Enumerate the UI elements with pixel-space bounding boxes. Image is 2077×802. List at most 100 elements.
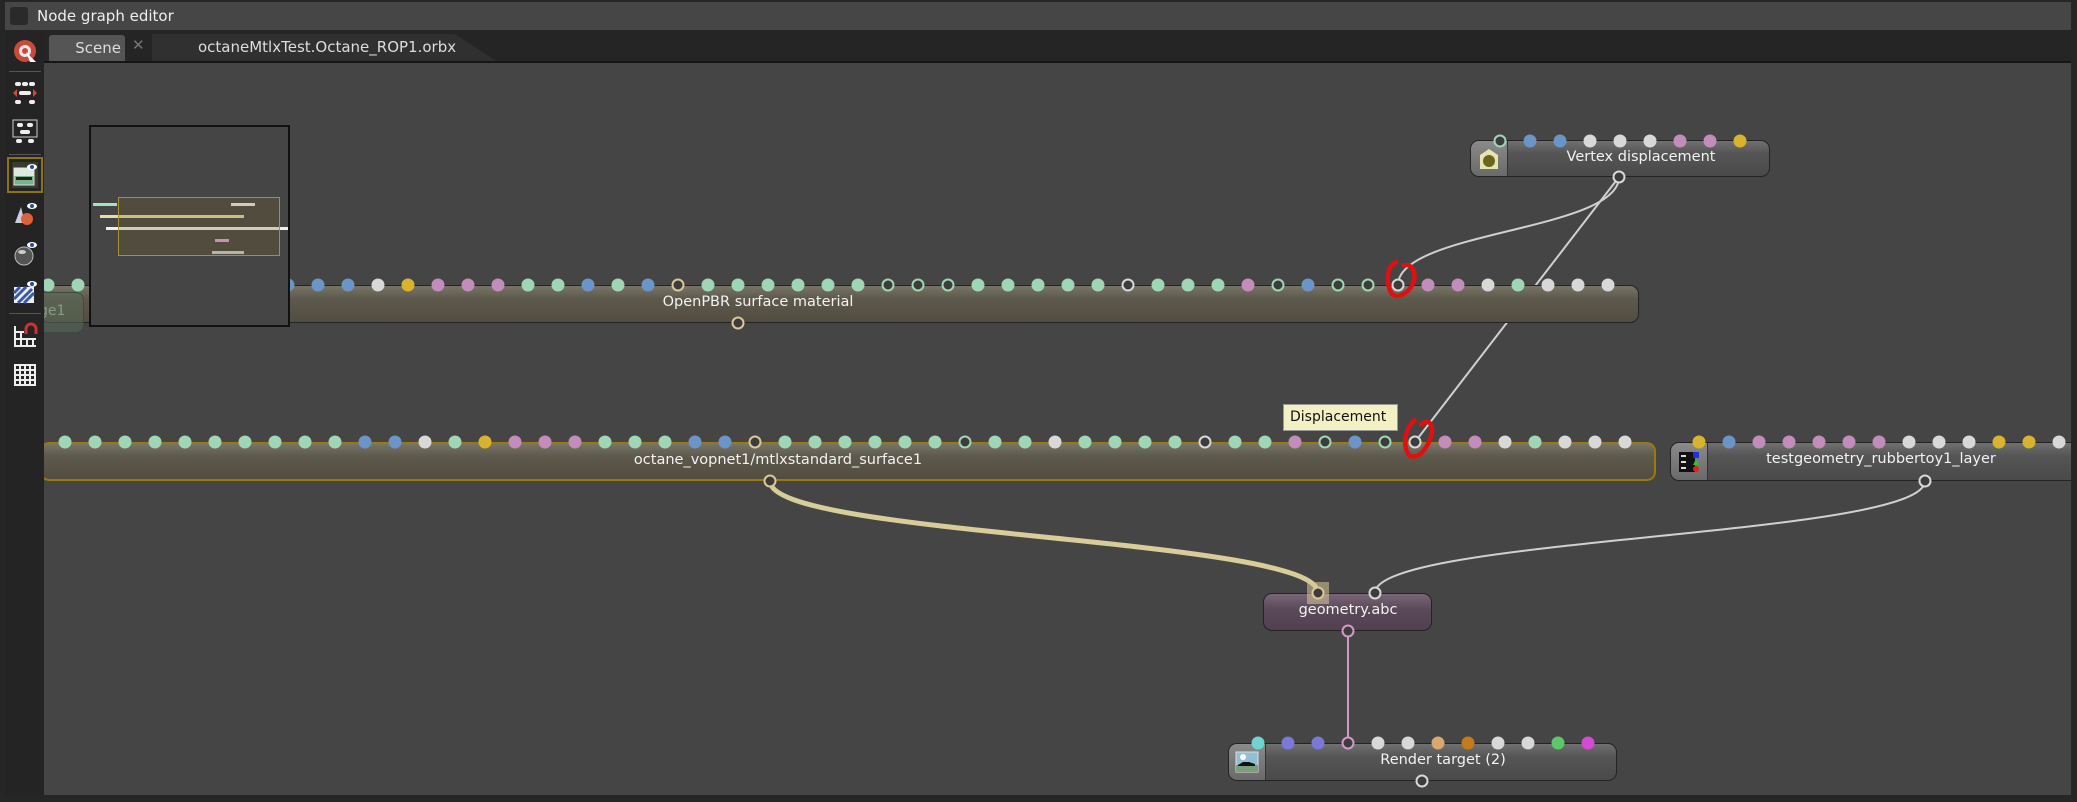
input-port[interactable] bbox=[941, 278, 955, 292]
input-port[interactable] bbox=[1361, 278, 1375, 292]
window-menu-icon[interactable] bbox=[10, 7, 28, 25]
input-port[interactable] bbox=[598, 435, 612, 449]
input-port[interactable] bbox=[1211, 278, 1225, 292]
input-port[interactable] bbox=[1391, 278, 1405, 292]
input-port[interactable] bbox=[1431, 736, 1445, 750]
input-port[interactable] bbox=[1812, 435, 1826, 449]
input-port[interactable] bbox=[508, 435, 522, 449]
input-port[interactable] bbox=[1031, 278, 1045, 292]
input-port[interactable] bbox=[1553, 134, 1567, 148]
input-port[interactable] bbox=[641, 278, 655, 292]
output-port[interactable] bbox=[1415, 774, 1429, 788]
sphere-preview-icon[interactable] bbox=[12, 240, 38, 266]
input-port[interactable] bbox=[1258, 435, 1272, 449]
input-port[interactable] bbox=[1331, 278, 1345, 292]
input-port[interactable] bbox=[58, 435, 72, 449]
wire-testgeom-to-geometry[interactable] bbox=[1374, 480, 1926, 594]
input-port[interactable] bbox=[1151, 278, 1165, 292]
snap-to-grid-icon[interactable] bbox=[12, 322, 38, 348]
output-port[interactable] bbox=[731, 316, 745, 330]
input-port[interactable] bbox=[71, 278, 85, 292]
input-port[interactable] bbox=[1583, 134, 1597, 148]
input-port[interactable] bbox=[1782, 435, 1796, 449]
input-port[interactable] bbox=[1481, 278, 1495, 292]
input-port[interactable] bbox=[1421, 278, 1435, 292]
input-port[interactable] bbox=[178, 435, 192, 449]
input-port[interactable] bbox=[868, 435, 882, 449]
input-port[interactable] bbox=[628, 435, 642, 449]
input-port[interactable] bbox=[461, 278, 475, 292]
input-port[interactable] bbox=[1722, 435, 1736, 449]
input-port[interactable] bbox=[1061, 278, 1075, 292]
input-port[interactable] bbox=[1581, 736, 1595, 750]
input-port[interactable] bbox=[838, 435, 852, 449]
input-port[interactable] bbox=[341, 278, 355, 292]
input-port[interactable] bbox=[1168, 435, 1182, 449]
input-port[interactable] bbox=[238, 435, 252, 449]
input-port[interactable] bbox=[1902, 435, 1916, 449]
wire-vertex-to-openpbr[interactable] bbox=[1397, 176, 1620, 286]
input-port[interactable] bbox=[851, 278, 865, 292]
minimap[interactable] bbox=[89, 125, 290, 327]
input-port[interactable] bbox=[328, 435, 342, 449]
input-port[interactable] bbox=[1703, 134, 1717, 148]
input-port[interactable] bbox=[1992, 435, 2006, 449]
input-port[interactable] bbox=[491, 278, 505, 292]
input-port[interactable] bbox=[1932, 435, 1946, 449]
input-port[interactable] bbox=[1348, 435, 1362, 449]
input-port[interactable] bbox=[568, 435, 582, 449]
input-port[interactable] bbox=[2022, 435, 2036, 449]
input-port[interactable] bbox=[1018, 435, 1032, 449]
input-port[interactable] bbox=[701, 278, 715, 292]
input-port[interactable] bbox=[821, 278, 835, 292]
input-port[interactable] bbox=[1108, 435, 1122, 449]
input-port[interactable] bbox=[688, 435, 702, 449]
input-port[interactable] bbox=[1601, 278, 1615, 292]
input-port[interactable] bbox=[1451, 278, 1465, 292]
input-port[interactable] bbox=[1438, 435, 1452, 449]
input-port[interactable] bbox=[1378, 435, 1392, 449]
input-port[interactable] bbox=[551, 278, 565, 292]
input-port[interactable] bbox=[611, 278, 625, 292]
input-port[interactable] bbox=[778, 435, 792, 449]
wire-mtlx-to-geometry[interactable] bbox=[767, 480, 1321, 594]
node-ge1-partial[interactable]: ge1 bbox=[44, 292, 84, 333]
input-port[interactable] bbox=[311, 278, 325, 292]
input-port[interactable] bbox=[1228, 435, 1242, 449]
input-port[interactable] bbox=[881, 278, 895, 292]
input-port[interactable] bbox=[1371, 736, 1385, 750]
input-port[interactable] bbox=[1341, 736, 1355, 750]
input-port[interactable] bbox=[1571, 278, 1585, 292]
input-port[interactable] bbox=[1613, 134, 1627, 148]
input-port[interactable] bbox=[971, 278, 985, 292]
input-port[interactable] bbox=[658, 435, 672, 449]
input-port[interactable] bbox=[718, 435, 732, 449]
input-port[interactable] bbox=[1288, 435, 1302, 449]
input-port[interactable] bbox=[748, 435, 762, 449]
input-port[interactable] bbox=[791, 278, 805, 292]
input-port[interactable] bbox=[1311, 736, 1325, 750]
render-target-preview-icon[interactable] bbox=[7, 157, 43, 193]
output-port[interactable] bbox=[1341, 624, 1355, 638]
input-port[interactable] bbox=[1962, 435, 1976, 449]
input-port[interactable] bbox=[1078, 435, 1092, 449]
input-port[interactable] bbox=[1618, 435, 1632, 449]
input-port[interactable] bbox=[1281, 736, 1295, 750]
input-port[interactable] bbox=[1872, 435, 1886, 449]
input-port[interactable] bbox=[1558, 435, 1572, 449]
input-port[interactable] bbox=[1198, 435, 1212, 449]
input-port[interactable] bbox=[358, 435, 372, 449]
input-port[interactable] bbox=[898, 435, 912, 449]
input-port[interactable] bbox=[1692, 435, 1706, 449]
input-port[interactable] bbox=[1733, 134, 1747, 148]
input-port[interactable] bbox=[418, 435, 432, 449]
input-port[interactable] bbox=[671, 278, 685, 292]
output-port[interactable] bbox=[763, 474, 777, 488]
grid-icon[interactable] bbox=[12, 361, 38, 387]
input-port[interactable] bbox=[1461, 736, 1475, 750]
input-port[interactable] bbox=[1468, 435, 1482, 449]
input-port[interactable] bbox=[731, 278, 745, 292]
input-port[interactable] bbox=[478, 435, 492, 449]
input-port[interactable] bbox=[1643, 134, 1657, 148]
input-port[interactable] bbox=[808, 435, 822, 449]
